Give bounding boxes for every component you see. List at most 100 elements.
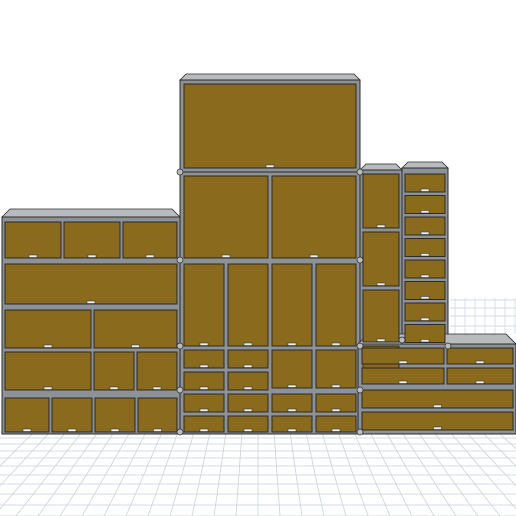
drawer-handle [110,428,120,432]
drawer-handle [331,408,341,412]
drawer-front [271,175,357,259]
drawer-front [315,349,357,389]
drawer-front [137,397,178,433]
drawer-handle [287,384,297,388]
drawer-handle [243,386,253,390]
drawer-handle [152,386,162,390]
drawer-front [93,309,178,349]
grid-line [0,431,67,510]
grid-line [273,431,281,516]
drawer-handle [87,254,97,258]
drawer-front [271,349,313,389]
frame-connector [356,168,364,176]
drawer-handle [28,254,38,258]
drawer-handle [243,428,253,432]
drawer-handle [199,386,209,390]
grid-line [305,431,325,516]
grid-line [433,431,501,516]
drawer-front [227,263,269,347]
drawer-handle [243,342,253,346]
drawer-handle [43,386,53,390]
frame-connector [356,386,364,394]
drawer-handle [309,254,319,258]
grid-line [191,431,211,516]
drawer-handle [109,386,119,390]
drawer-handle [199,364,209,368]
drawer-front [362,173,400,229]
drawer-handle [221,254,231,258]
grid-line [289,431,303,516]
drawer-front [94,397,136,433]
drawer-handle [243,408,253,412]
frame-connector [444,342,452,350]
drawer-handle [475,380,485,384]
frame-connector [356,256,364,264]
drawer-handle [420,274,430,278]
drawer-handle [145,254,155,258]
drawer-handle [475,360,485,364]
cad-scene[interactable] [0,0,516,516]
drawer-front [315,263,357,347]
drawer-front [63,221,121,259]
drawer-handle [420,317,430,321]
drawer-handle [22,428,32,432]
grid-line [497,431,516,450]
drawer-handle [287,428,297,432]
drawer-front [4,309,92,349]
grid-line [369,431,413,516]
drawer-front [4,263,178,305]
drawer-handle [67,428,77,432]
drawer-handle [376,338,386,342]
drawer-handle [376,224,386,228]
drawer-handle [420,210,430,214]
cabinet-top [1,208,181,218]
drawer-front [4,397,50,433]
drawer-front [4,351,92,391]
drawer-handle [265,164,275,168]
drawer-handle [376,282,386,286]
drawer-handle [153,428,162,432]
frame-connector [176,342,184,350]
drawer-front [51,397,93,433]
drawer-handle [398,380,408,384]
3d-viewport[interactable] [0,0,516,516]
grid-line [0,431,51,487]
drawer-front [183,263,225,347]
drawer-handle [433,426,442,430]
drawer-handle [287,408,297,412]
drawer-handle [398,360,408,364]
drawer-handle [287,342,297,346]
grid-line [125,431,163,516]
drawer-front [4,221,62,259]
drawer-front [183,175,269,259]
grid-line [465,431,516,487]
drawer-front [183,83,357,169]
frame-connector [356,428,364,436]
frame-connector [176,386,184,394]
drawer-handle [420,253,430,257]
cabinet-top [179,73,361,81]
drawer-handle [331,342,341,346]
drawer-handle [86,300,96,304]
drawer-handle [131,344,140,348]
grid-line [103,431,147,516]
grid-line [235,431,243,516]
frame-connector [176,256,184,264]
frame-connector [176,168,184,176]
frame-connector [398,336,406,344]
drawer-handle [331,384,341,388]
drawer-handle [199,342,209,346]
drawer-front [93,351,135,391]
drawer-front [136,351,178,391]
frame-connector [356,342,364,350]
drawer-front [122,221,178,259]
drawer-handle [331,428,341,432]
grid-line [213,431,227,516]
drawer-handle [420,188,430,192]
frame-connector [176,428,184,436]
cabinet-top [401,161,449,169]
drawer-handle [43,344,53,348]
drawer-front [271,263,313,347]
grid-line [449,431,516,510]
drawer-handle [199,428,209,432]
